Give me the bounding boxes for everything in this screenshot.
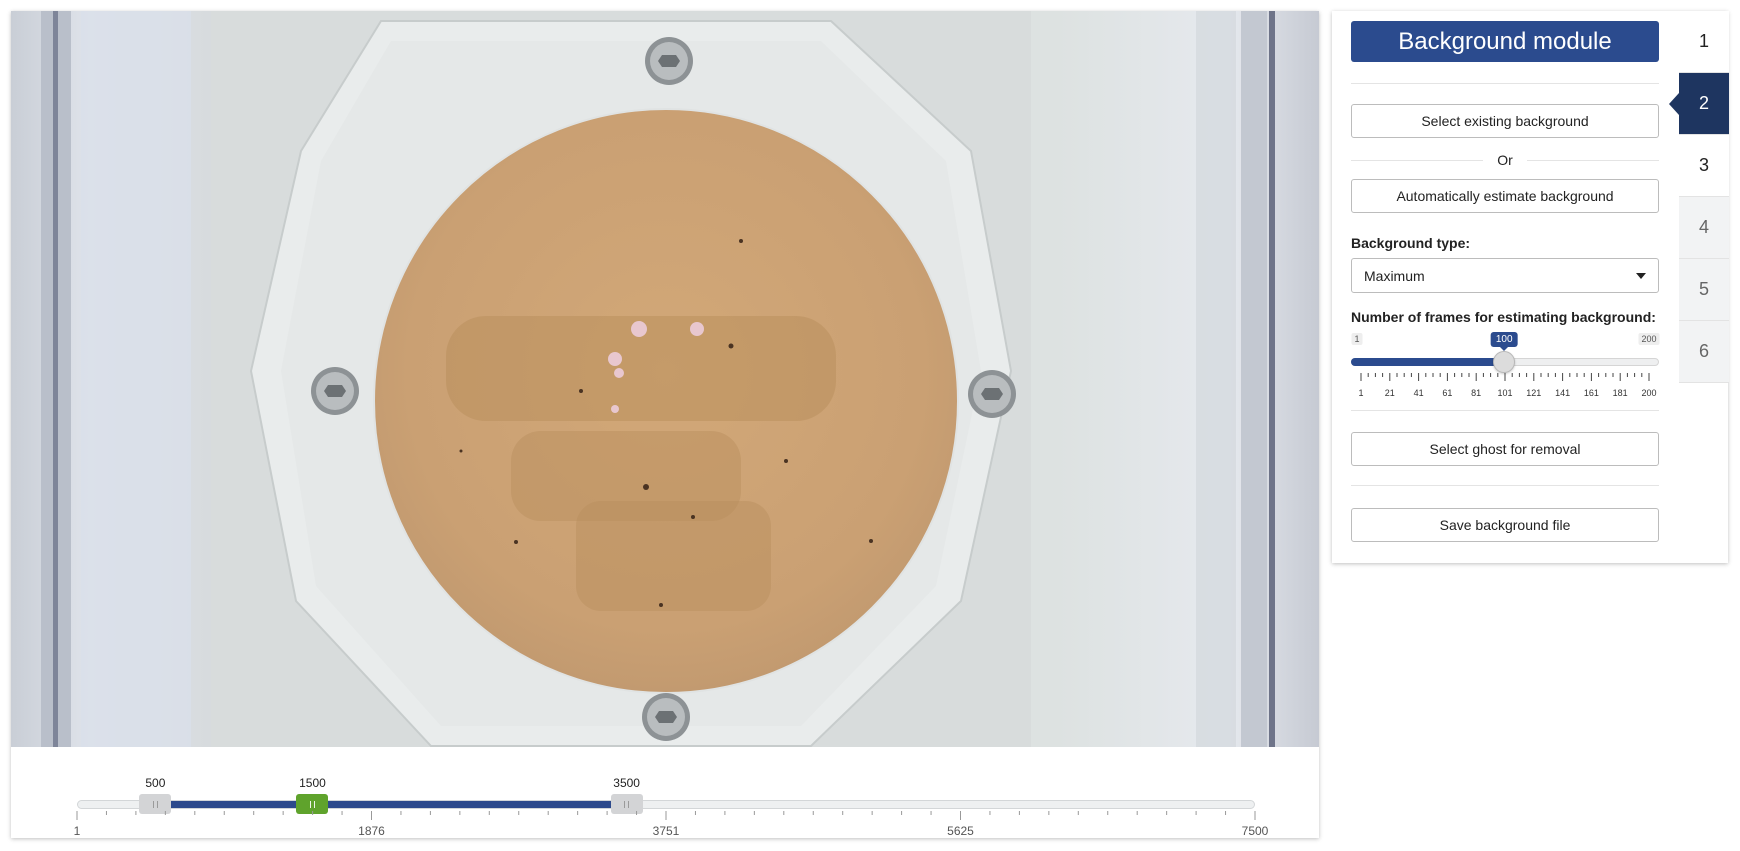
arena-image: [11, 11, 1319, 747]
select-ghost-button[interactable]: Select ghost for removal: [1351, 432, 1659, 466]
or-label: Or: [1497, 152, 1513, 168]
frame-timeline[interactable]: 500 1500 3500 1 1876 3751 5625 7500: [11, 747, 1319, 838]
frames-slider-tick-label: 101: [1497, 388, 1513, 398]
step-tab-6[interactable]: 6: [1679, 321, 1729, 383]
step-tab-2[interactable]: 2: [1669, 73, 1729, 135]
frames-slider-fill: [1351, 358, 1505, 366]
timeline-axis-label: 1: [73, 824, 81, 838]
divider: [1351, 83, 1659, 84]
frames-slider-min-label: 1: [1351, 333, 1363, 345]
step-tab-4[interactable]: 4: [1679, 197, 1729, 259]
timeline-ticks: [76, 811, 1256, 820]
frames-slider-tick-label: 181: [1612, 388, 1628, 398]
video-panel: 500 1500 3500 1 1876 3751 5625 7500: [11, 11, 1319, 838]
screw-top: [645, 37, 693, 85]
frames-slider-tick-label: 1: [1358, 388, 1364, 398]
or-separator: Or: [1351, 152, 1659, 168]
timeline-end-value: 3500: [613, 776, 640, 790]
timeline-selected-range: [155, 801, 627, 808]
divider: [1351, 485, 1659, 486]
frames-slider-tick-label: 121: [1526, 388, 1542, 398]
step-tab-3[interactable]: 3: [1679, 135, 1729, 197]
save-background-button[interactable]: Save background file: [1351, 508, 1659, 542]
grip-icon: [309, 800, 315, 808]
video-frame[interactable]: [11, 11, 1319, 747]
grip-icon: [152, 800, 158, 808]
module-title: Background module: [1351, 21, 1659, 62]
timeline-start-value: 500: [145, 776, 166, 790]
background-type-label: Background type:: [1351, 235, 1471, 251]
frames-slider-tick-label: 141: [1555, 388, 1571, 398]
timeline-axis-label: 1876: [358, 824, 385, 838]
grip-icon: [624, 800, 630, 808]
frames-slider-tick-label: 81: [1471, 388, 1482, 398]
frames-slider-label: Number of frames for estimating backgrou…: [1351, 309, 1656, 325]
screw-left: [311, 367, 359, 415]
frames-slider-tick-label: 161: [1583, 388, 1599, 398]
auto-estimate-background-button[interactable]: Automatically estimate background: [1351, 179, 1659, 213]
caret-down-icon: [1636, 273, 1646, 279]
frames-slider-handle[interactable]: [1493, 351, 1516, 373]
frames-slider-tick-label: 61: [1442, 388, 1453, 398]
divider: [1351, 410, 1659, 411]
screw-bottom: [642, 693, 690, 741]
frames-slider-value-label: 100: [1490, 332, 1518, 347]
timeline-axis-label: 5625: [947, 824, 974, 838]
timeline-current-value: 1500: [299, 776, 326, 790]
select-existing-background-button[interactable]: Select existing background: [1351, 104, 1659, 138]
frames-slider-ticks: [1360, 373, 1650, 381]
background-type-value: Maximum: [1364, 267, 1425, 284]
step-tab-1[interactable]: 1: [1679, 11, 1729, 73]
frames-slider-tick-label: 41: [1413, 388, 1424, 398]
frames-slider-tick-label: 21: [1384, 388, 1395, 398]
step-tab-5[interactable]: 5: [1679, 259, 1729, 321]
timeline-axis-label: 3751: [652, 824, 680, 838]
screw-right: [968, 370, 1016, 418]
frames-slider-tick-label: 200: [1641, 388, 1657, 398]
timeline-axis-label: 7500: [1241, 824, 1269, 838]
background-type-select[interactable]: Maximum: [1351, 258, 1659, 293]
active-step-pointer: [1669, 93, 1679, 115]
frames-slider-max-label: 200: [1638, 333, 1660, 345]
